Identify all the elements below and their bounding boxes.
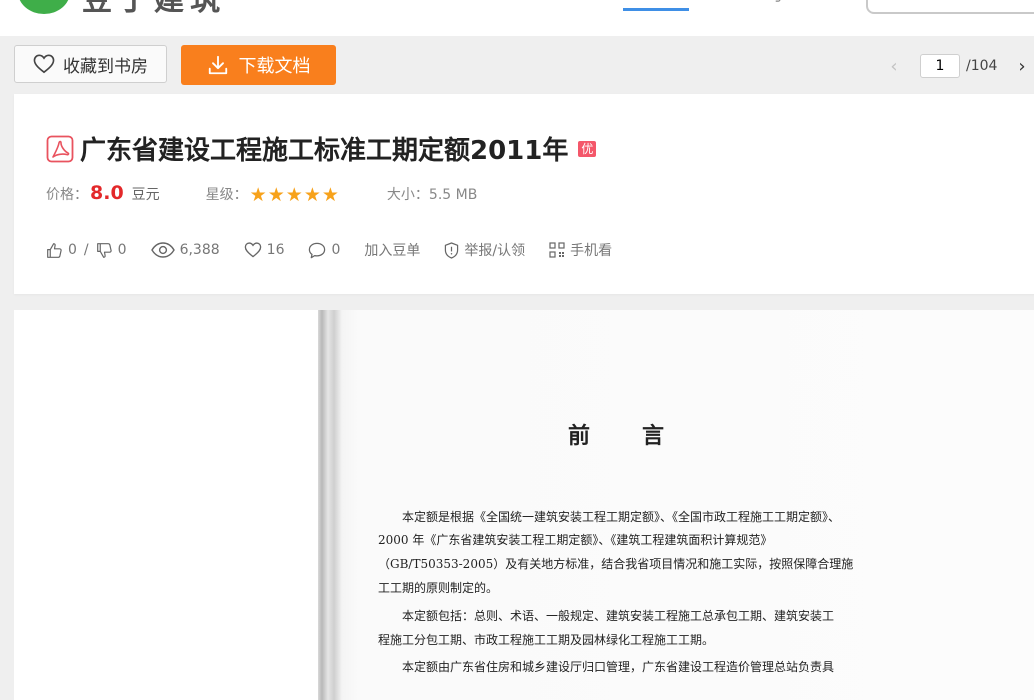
page-number-input[interactable] xyxy=(920,54,960,78)
thumbs-up-icon[interactable] xyxy=(46,242,63,259)
quality-badge: 优 xyxy=(578,140,597,157)
like-dislike-group: 0 / 0 xyxy=(46,242,127,259)
thumbs-down-icon[interactable] xyxy=(96,242,113,259)
document-actions: 0 / 0 6,388 16 0 加入豆单 举报/认领 手机看 xyxy=(46,240,636,260)
preview-line: 程施工分包工期、市政工程施工工期及园林绿化工程施工工期。 xyxy=(378,633,715,647)
price-label: 价格： xyxy=(46,187,88,203)
search-input[interactable] xyxy=(866,0,1034,14)
site-header: 豆丁建筑 ╯ xyxy=(0,0,1034,36)
qr-code-icon xyxy=(549,242,565,258)
download-icon xyxy=(208,55,227,75)
title-row: 广东省建设工程施工标准工期定额2011年 优 xyxy=(46,130,597,167)
price-unit: 豆元 xyxy=(131,187,160,203)
like-count: 0 xyxy=(68,242,77,258)
star-icon: ★ xyxy=(303,184,321,206)
rating-label: 星级： xyxy=(205,187,248,203)
rating-stars: ★ ★ ★ ★ ★ xyxy=(250,186,339,205)
preview-heading: 前言 xyxy=(568,423,717,449)
heart-icon xyxy=(33,54,55,74)
document-info-card: 广东省建设工程施工标准工期定额2011年 优 价格： 8.0 豆元 星级： ★ ★… xyxy=(14,94,1034,294)
nav-active-indicator xyxy=(623,8,689,11)
view-count: 6,388 xyxy=(179,242,220,258)
heart-icon xyxy=(244,242,261,258)
preview-line: 工工期的原则制定的。 xyxy=(378,581,499,595)
report-link[interactable]: 举报/认领 xyxy=(444,240,525,260)
view-count-group: 6,388 xyxy=(150,242,220,258)
document-title: 广东省建设工程施工标准工期定额2011年 xyxy=(80,136,569,166)
size-value: 5.5 MB xyxy=(428,187,478,203)
preview-line: 本定额由广东省住房和城乡建设厅归口管理，广东省建设工程造价管理总站负责具 xyxy=(402,660,835,674)
size-label: 大小： xyxy=(386,187,429,203)
comment-icon xyxy=(309,242,326,258)
add-to-bean-list-label: 加入豆单 xyxy=(364,243,421,259)
shield-icon xyxy=(445,241,459,259)
preview-line: （GB/T50353-2005）及有关地方标准，结合我省项目情况和施工实际，按照… xyxy=(378,557,854,571)
document-preview: 前言 本定额是根据《全国统一建筑安装工程工期定额》、《全国市政工程施工工期定额》… xyxy=(14,310,1034,700)
favorite-count: 16 xyxy=(266,242,285,258)
like-separator: / xyxy=(83,242,89,258)
download-label: 下载文档 xyxy=(238,56,311,77)
preview-line: 本定额包括：总则、术语、一般规定、建筑安装工程施工总承包工期、建筑安装工 xyxy=(402,609,835,623)
nav-item-fragment[interactable]: ╯ xyxy=(776,0,784,10)
next-page-icon[interactable]: › xyxy=(1012,56,1032,77)
comment-count: 0 xyxy=(331,242,341,258)
report-label: 举报/认领 xyxy=(464,243,526,259)
preview-line: 本定额是根据《全国统一建筑安装工程工期定额》、《全国市政工程施工工期定额》、 xyxy=(402,510,841,524)
pdf-file-icon xyxy=(46,135,74,162)
favorite-action[interactable]: 16 xyxy=(244,242,285,258)
total-pages: /104 xyxy=(966,58,998,74)
price-value: 8.0 xyxy=(90,182,124,204)
view-on-mobile-link[interactable]: 手机看 xyxy=(549,240,612,260)
add-to-library-label: 收藏到书房 xyxy=(63,56,148,77)
download-button[interactable]: 下载文档 xyxy=(181,45,336,85)
eye-icon xyxy=(150,242,175,258)
document-meta: 价格： 8.0 豆元 星级： ★ ★ ★ ★ ★ 大小： 5.5 MB xyxy=(46,182,478,205)
star-icon: ★ xyxy=(321,184,339,206)
page-navigator: ‹ /104 › xyxy=(884,52,1032,80)
dislike-count: 0 xyxy=(117,242,127,258)
prev-page-icon[interactable]: ‹ xyxy=(884,56,904,77)
comment-action[interactable]: 0 xyxy=(308,242,340,259)
doc-toolbar: 收藏到书房 下载文档 ‹ /104 › xyxy=(0,36,1034,94)
site-logo-icon[interactable] xyxy=(18,0,70,14)
star-icon: ★ xyxy=(249,184,267,206)
star-icon: ★ xyxy=(285,184,303,206)
site-logo-text[interactable]: 豆丁建筑 xyxy=(82,0,226,16)
add-to-bean-list-link[interactable]: 加入豆单 xyxy=(364,240,420,260)
view-on-mobile-label: 手机看 xyxy=(570,243,613,259)
preview-line: 2000 年《广东省建筑安装工程工期定额》、《建筑工程建筑面积计算规范》 xyxy=(378,533,773,547)
star-icon: ★ xyxy=(267,184,285,206)
scanned-page: 前言 本定额是根据《全国统一建筑安装工程工期定额》、《全国市政工程施工工期定额》… xyxy=(318,310,1034,700)
add-to-library-button[interactable]: 收藏到书房 xyxy=(14,45,167,83)
